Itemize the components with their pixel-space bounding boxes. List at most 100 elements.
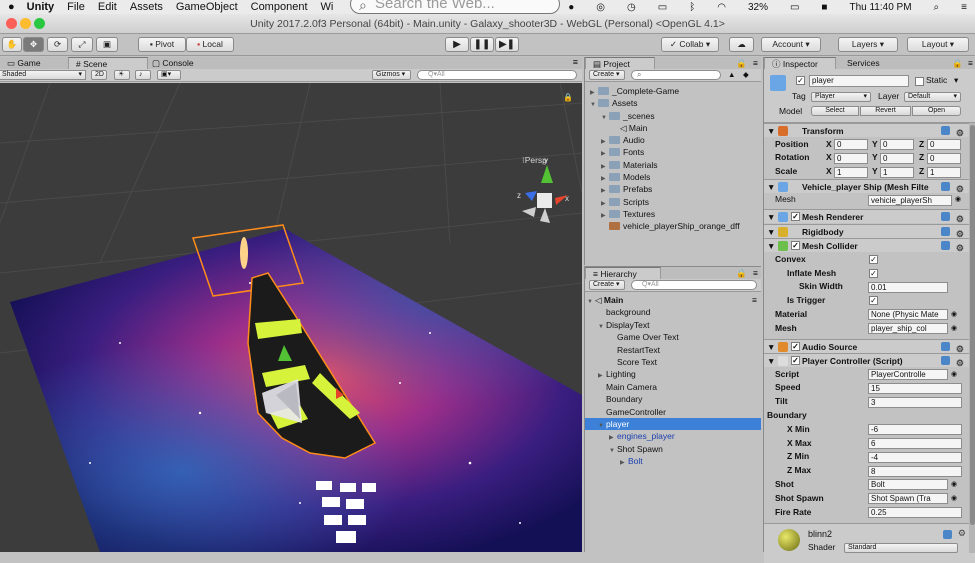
skype-icon[interactable]: ● xyxy=(568,2,574,13)
z-field[interactable]: 0 xyxy=(927,139,961,150)
hand-tool-icon[interactable]: ✋ xyxy=(2,37,22,52)
project-item[interactable]: ▶ Prefabs xyxy=(585,183,761,195)
expand-arrow-icon[interactable]: ▼ xyxy=(587,296,595,308)
help-book-icon[interactable] xyxy=(941,181,950,191)
enabled-checkbox[interactable]: ✓ xyxy=(791,341,800,351)
convex-checkbox[interactable]: ✓ xyxy=(869,254,878,264)
project-create-dropdown[interactable]: Create ▾ xyxy=(589,70,625,80)
panel-menu-icon[interactable]: ≡ xyxy=(752,294,757,306)
hierarchy-item[interactable]: background xyxy=(585,306,761,318)
script-field[interactable]: PlayerControlle xyxy=(868,369,948,380)
fold-arrow-icon[interactable]: ▼ xyxy=(767,340,775,354)
play-button[interactable]: ▶ xyxy=(445,37,469,52)
local-toggle[interactable]: ▪ Local xyxy=(186,37,234,52)
tab-inspector[interactable]: ⓘ Inspector xyxy=(764,57,836,69)
zoom-button[interactable] xyxy=(34,18,45,29)
hierarchy-item[interactable]: Game Over Text xyxy=(585,331,761,343)
hierarchy-search-input[interactable]: Q▾All xyxy=(631,280,757,290)
skin-width-field[interactable]: 0.01 xyxy=(868,281,948,293)
expand-arrow-icon[interactable]: ▼ xyxy=(598,420,606,432)
panel-menu-icon[interactable]: ≡ xyxy=(753,57,758,69)
x-field[interactable]: 0 xyxy=(834,152,868,164)
flag-icon[interactable]: ■ xyxy=(821,2,827,13)
active-checkbox[interactable]: ✓ xyxy=(796,76,805,85)
model-revert-button[interactable]: Revert xyxy=(860,106,911,116)
trigger-checkbox[interactable]: ✓ xyxy=(869,296,878,306)
tab-services[interactable]: Services xyxy=(840,57,887,69)
layers-dropdown[interactable]: Layers ▾ xyxy=(838,37,898,52)
hierarchy-item[interactable]: ▼ DisplayText xyxy=(585,319,761,331)
hierarchy-create-dropdown[interactable]: Create ▾ xyxy=(589,280,625,290)
menu-app[interactable]: Unity xyxy=(27,1,55,13)
project-item[interactable]: ▼ _scenes xyxy=(585,110,761,122)
project-item[interactable]: ▶ _Complete-Game xyxy=(585,85,761,97)
help-book-icon[interactable] xyxy=(941,126,950,135)
material-block[interactable]: blinn2 Shader Standard ⚙ xyxy=(764,523,975,563)
object-picker-icon[interactable]: ◉ xyxy=(951,478,957,492)
enabled-checkbox[interactable]: ✓ xyxy=(791,241,800,251)
hierarchy-item[interactable]: ▼ ◁ Main ≡ xyxy=(585,294,761,306)
model-open-button[interactable]: Open xyxy=(912,106,961,116)
hierarchy-item[interactable]: ▼ player xyxy=(585,417,761,432)
layout-dropdown[interactable]: Layout ▾ xyxy=(907,37,969,52)
hierarchy-item[interactable]: ▶ engines_player xyxy=(585,430,761,442)
scrollbar-thumb[interactable] xyxy=(970,125,975,525)
fold-arrow-icon[interactable]: ▼ xyxy=(767,210,775,224)
object-picker-icon[interactable]: ◉ xyxy=(951,308,957,322)
bolt-projectile[interactable] xyxy=(240,237,248,269)
pivot-toggle[interactable]: ▪ Pivot xyxy=(138,37,186,52)
x-field[interactable]: 1 xyxy=(834,166,868,178)
fold-arrow-icon[interactable]: ▼ xyxy=(767,124,775,138)
shot-spawn-field[interactable]: Shot Spawn (Tra xyxy=(868,493,948,505)
panel-menu-icon[interactable]: ≡ xyxy=(753,267,758,279)
z-field[interactable]: 0 xyxy=(927,152,961,164)
component-header[interactable]: ▼ ✓ Mesh Renderer ⚙ xyxy=(764,209,974,224)
xmin-field[interactable]: -6 xyxy=(868,424,962,436)
clock-icon[interactable]: ◷ xyxy=(627,2,636,13)
project-item[interactable]: ▶ Textures xyxy=(585,208,761,220)
inspector-scrollbar[interactable] xyxy=(969,123,975,553)
hierarchy-item[interactable]: Main Camera xyxy=(585,381,761,393)
lock-icon[interactable]: 🔒 xyxy=(563,93,573,102)
x-field[interactable]: 0 xyxy=(834,139,868,150)
bluetooth-icon[interactable]: ᛒ xyxy=(689,2,695,13)
inflate-checkbox[interactable]: ✓ xyxy=(869,268,878,278)
hierarchy-item[interactable]: Score Text xyxy=(585,356,761,368)
component-header[interactable]: ▼ Rigidbody ⚙ xyxy=(764,223,974,239)
wifi-icon[interactable]: ◠ xyxy=(717,2,726,13)
project-item[interactable]: vehicle_playerShip_orange_dff xyxy=(585,220,761,232)
model-select-button[interactable]: Select xyxy=(811,106,859,116)
mesh-field[interactable]: vehicle_playerSh xyxy=(868,194,952,206)
menu-assets[interactable]: Assets xyxy=(130,1,163,13)
component-header[interactable]: ▼ Vehicle_player Ship (Mesh Filte ⚙ xyxy=(764,178,974,194)
airplay-icon[interactable]: ▭ xyxy=(658,2,667,13)
lock-icon[interactable]: 🔒 xyxy=(736,57,747,69)
help-book-icon[interactable] xyxy=(941,226,950,236)
menu-window[interactable]: Wi xyxy=(321,1,334,13)
help-book-icon[interactable] xyxy=(941,356,950,365)
static-dropdown-icon[interactable]: ▾ xyxy=(954,75,958,86)
project-item[interactable]: ▶ Models xyxy=(585,171,761,183)
cc-icon[interactable]: ◎ xyxy=(596,2,605,13)
rect-tool-icon[interactable]: ▣ xyxy=(96,37,118,52)
enabled-checkbox[interactable]: ✓ xyxy=(791,212,800,222)
help-book-icon[interactable] xyxy=(943,530,952,540)
panel-menu-icon[interactable]: ≡ xyxy=(968,57,973,69)
project-item[interactable]: ▶ Scripts xyxy=(585,196,761,208)
xmax-field[interactable]: 6 xyxy=(868,438,962,449)
y-field[interactable]: 1 xyxy=(880,166,914,178)
expand-arrow-icon[interactable]: ▼ xyxy=(598,321,606,333)
hierarchy-item[interactable]: ▼ Shot Spawn xyxy=(585,443,761,455)
lock-icon[interactable]: 🔒 xyxy=(736,267,747,279)
menu-file[interactable]: File xyxy=(67,1,85,13)
enabled-checkbox[interactable]: ✓ xyxy=(791,356,800,365)
spotlight-icon[interactable]: ⌕ xyxy=(934,2,940,13)
hierarchy-item[interactable]: ▶ Lighting xyxy=(585,368,761,380)
tab-scene[interactable]: # Scene xyxy=(68,57,148,69)
rotate-tool-icon[interactable]: ⟳ xyxy=(47,37,68,52)
scene-search-input[interactable]: Q▾All xyxy=(417,70,577,80)
scene-view[interactable]: y x z ⁝Persp 🔒 xyxy=(0,83,582,552)
tab-hierarchy[interactable]: ≡ Hierarchy xyxy=(585,267,661,279)
close-button[interactable] xyxy=(6,18,17,29)
project-item[interactable]: ◁ Main xyxy=(585,122,761,134)
